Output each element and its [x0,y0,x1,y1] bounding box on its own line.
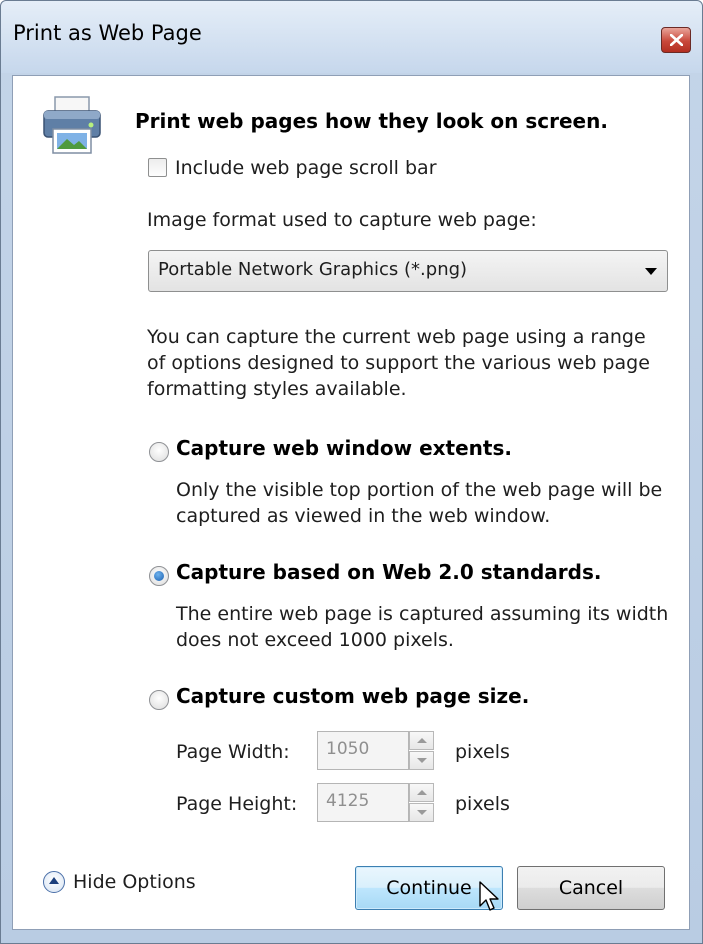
radio-custom-size[interactable] [149,690,169,710]
option-window-extents-desc: Only the visible top portion of the web … [176,477,662,529]
hide-options-link[interactable]: Hide Options [73,869,196,895]
page-height-down-button[interactable] [409,803,434,822]
radio-web20-standards[interactable] [149,566,169,586]
page-width-value: 1050 [326,739,370,759]
title-bar[interactable]: Print as Web Page [1,1,702,73]
mouse-cursor-icon [479,881,499,911]
page-width-up-button[interactable] [409,731,434,750]
page-height-label: Page Height: [176,793,298,815]
chevron-down-icon [645,268,657,275]
image-format-value: Portable Network Graphics (*.png) [158,259,468,280]
option-desc-line: The entire web page is captured assuming… [176,603,669,625]
close-button[interactable] [661,27,691,53]
page-width-unit: pixels [455,741,510,763]
cancel-button[interactable]: Cancel [517,866,665,910]
description-line: of options designed to support the vario… [147,352,650,374]
option-custom-size-label[interactable]: Capture custom web page size. [176,684,529,708]
option-window-extents-label[interactable]: Capture web window extents. [176,436,512,460]
printer-icon [43,96,101,154]
window-title: Print as Web Page [13,21,202,45]
page-height-unit: pixels [455,793,510,815]
page-height-input[interactable]: 4125 [317,783,409,822]
page-height-value: 4125 [326,791,370,811]
close-icon [670,34,683,46]
collapse-options-icon[interactable] [43,871,65,893]
scrollbar-checkbox-label[interactable]: Include web page scroll bar [175,155,437,181]
option-desc-line: Only the visible top portion of the web … [176,479,663,501]
description-line: You can capture the current web page usi… [147,326,646,348]
page-height-stepper[interactable] [409,783,434,822]
option-web20-standards-label[interactable]: Capture based on Web 2.0 standards. [176,560,601,584]
scrollbar-checkbox[interactable] [148,158,167,177]
header-text: Print web pages how they look on screen. [135,109,608,133]
page-width-label: Page Width: [176,741,290,763]
page-width-stepper[interactable] [409,731,434,770]
radio-window-extents[interactable] [149,442,169,462]
page-width-input[interactable]: 1050 [317,731,409,770]
description-text: You can capture the current web page usi… [147,324,650,402]
dialog-body: Print web pages how they look on screen.… [12,75,690,930]
image-format-select[interactable]: Portable Network Graphics (*.png) [148,250,668,292]
format-label: Image format used to capture web page: [147,209,537,231]
page-width-down-button[interactable] [409,751,434,770]
description-line: formatting styles available. [147,378,407,400]
page-height-up-button[interactable] [409,783,434,802]
option-web20-standards-desc: The entire web page is captured assuming… [176,601,668,653]
option-desc-line: does not exceed 1000 pixels. [176,629,454,651]
option-desc-line: captured as viewed in the web window. [176,505,551,527]
dialog-window: Print as Web Page Print web pages how th… [0,0,703,944]
